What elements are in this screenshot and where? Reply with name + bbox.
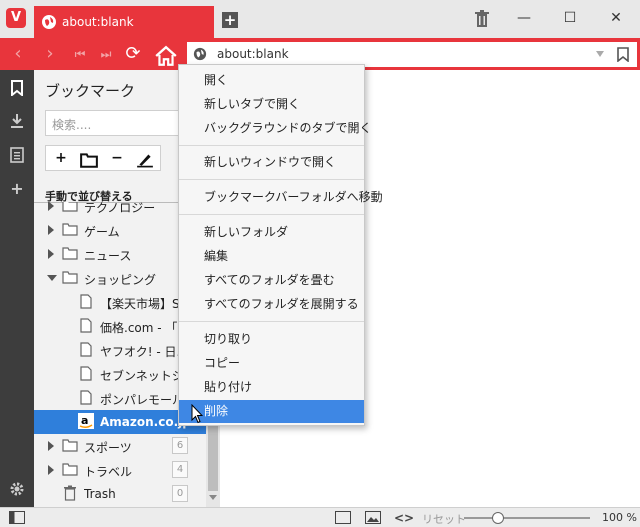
menu-item-open-new-window[interactable]: 新しいウィンドウで開く [179,151,364,174]
tab-about-blank[interactable]: about:blank [34,6,214,38]
fast-forward-icon[interactable]: ⏭ [94,42,118,66]
menu-item-paste[interactable]: 貼り付け [179,376,364,399]
context-menu: 開く 新しいタブで開く バックグラウンドのタブで開く 新しいウィンドウで開く ブ… [178,64,383,426]
menu-item-open-new-tab[interactable]: 新しいタブで開く [179,93,364,116]
tab-title: about:blank [62,15,134,29]
collapse-arrow-icon[interactable] [47,275,57,281]
expand-arrow-icon[interactable] [48,225,54,235]
title-bar: V about:blank + — ☐ ✕ [0,0,640,38]
notes-icon[interactable] [9,147,25,163]
home-icon[interactable] [154,44,178,68]
folder-icon [62,202,78,212]
rewind-icon[interactable]: ⏮ [68,42,92,66]
folder-icon [62,223,78,236]
menu-item-delete[interactable]: 削除 [179,400,364,423]
reload-icon[interactable]: ⟳ [121,42,145,66]
menu-item-collapse-all[interactable]: すべてのフォルダを畳む [179,269,364,292]
history-dropdown-icon[interactable] [596,51,604,57]
scroll-down-arrow-icon[interactable] [209,495,217,500]
svg-text:a: a [81,414,88,427]
menu-item-open-background-tab[interactable]: バックグラウンドのタブで開く [179,117,372,140]
bookmark-trash[interactable]: Trash 0 [34,482,206,506]
folder-icon [62,439,78,452]
menu-separator [179,145,364,146]
open-folder-icon [62,271,78,284]
item-count-badge: 6 [172,437,188,454]
zoom-slider-handle[interactable] [492,512,504,524]
menu-item-new-folder[interactable]: 新しいフォルダ [179,221,364,244]
side-panel-rail: + [0,70,34,507]
image-toggle-icon[interactable] [365,511,381,524]
item-count-badge: 0 [172,485,188,502]
expand-arrow-icon[interactable] [48,249,54,259]
page-icon [80,366,92,381]
new-folder-icon[interactable] [80,151,98,169]
globe-icon [193,47,207,61]
globe-icon [42,15,56,29]
menu-item-expand-all[interactable]: すべてのフォルダを展開する [179,293,364,316]
folder-icon [62,247,78,260]
menu-item-cut[interactable]: 切り取り [179,328,364,351]
zoom-level: 100 % [602,511,637,524]
menu-item-copy[interactable]: コピー [179,352,364,375]
zoom-slider-track[interactable] [464,517,590,519]
folder-icon [62,463,78,476]
minimize-icon[interactable]: — [514,8,534,28]
add-web-panel-icon[interactable]: + [9,181,25,197]
menu-separator [179,321,364,322]
address-text: about:blank [217,47,289,61]
close-window-icon[interactable]: ✕ [606,8,626,28]
closed-tabs-trash-icon[interactable] [474,10,490,28]
menu-separator [179,179,364,180]
page-icon [80,390,92,405]
settings-gear-icon[interactable] [9,481,25,497]
page-icon [80,342,92,357]
expand-arrow-icon[interactable] [48,441,54,451]
menu-item-move-to-bar-folder[interactable]: ブックマークバーフォルダへ移動 [179,186,383,209]
mouse-pointer-icon [191,404,203,424]
trash-icon [64,485,76,501]
maximize-icon[interactable]: ☐ [560,8,580,28]
page-actions-icon[interactable]: <> [394,511,414,525]
new-tab-plus-icon[interactable]: + [222,12,238,28]
page-tiling-icon[interactable] [335,511,351,524]
forward-icon[interactable]: › [38,42,62,66]
bookmark-toolbar: + − [45,145,161,171]
menu-item-edit[interactable]: 編集 [179,245,364,268]
status-bar: <> リセット 100 % [0,507,640,527]
vivaldi-logo-icon[interactable]: V [6,8,26,28]
menu-item-open[interactable]: 開く [179,69,364,92]
item-count-badge: 4 [172,461,188,478]
delete-bookmark-icon[interactable]: − [108,149,126,167]
menu-separator [179,214,364,215]
zoom-reset-label[interactable]: リセット [422,511,466,527]
edit-pencil-icon[interactable] [136,150,154,168]
back-icon[interactable]: ‹ [6,42,30,66]
bookmarks-panel-icon[interactable] [9,80,25,96]
panel-title: ブックマーク [45,82,136,100]
page-icon [80,294,92,309]
page-icon [80,318,92,333]
bookmark-page-icon[interactable] [617,47,629,62]
add-bookmark-icon[interactable]: + [52,149,70,167]
toggle-panel-icon[interactable] [9,511,25,524]
bookmark-folder-travel[interactable]: トラベル 4 [34,458,206,482]
expand-arrow-icon[interactable] [48,465,54,475]
amazon-favicon-icon: a [78,413,94,429]
downloads-icon[interactable] [9,113,25,129]
bookmark-folder-sports[interactable]: スポーツ 6 [34,434,206,458]
